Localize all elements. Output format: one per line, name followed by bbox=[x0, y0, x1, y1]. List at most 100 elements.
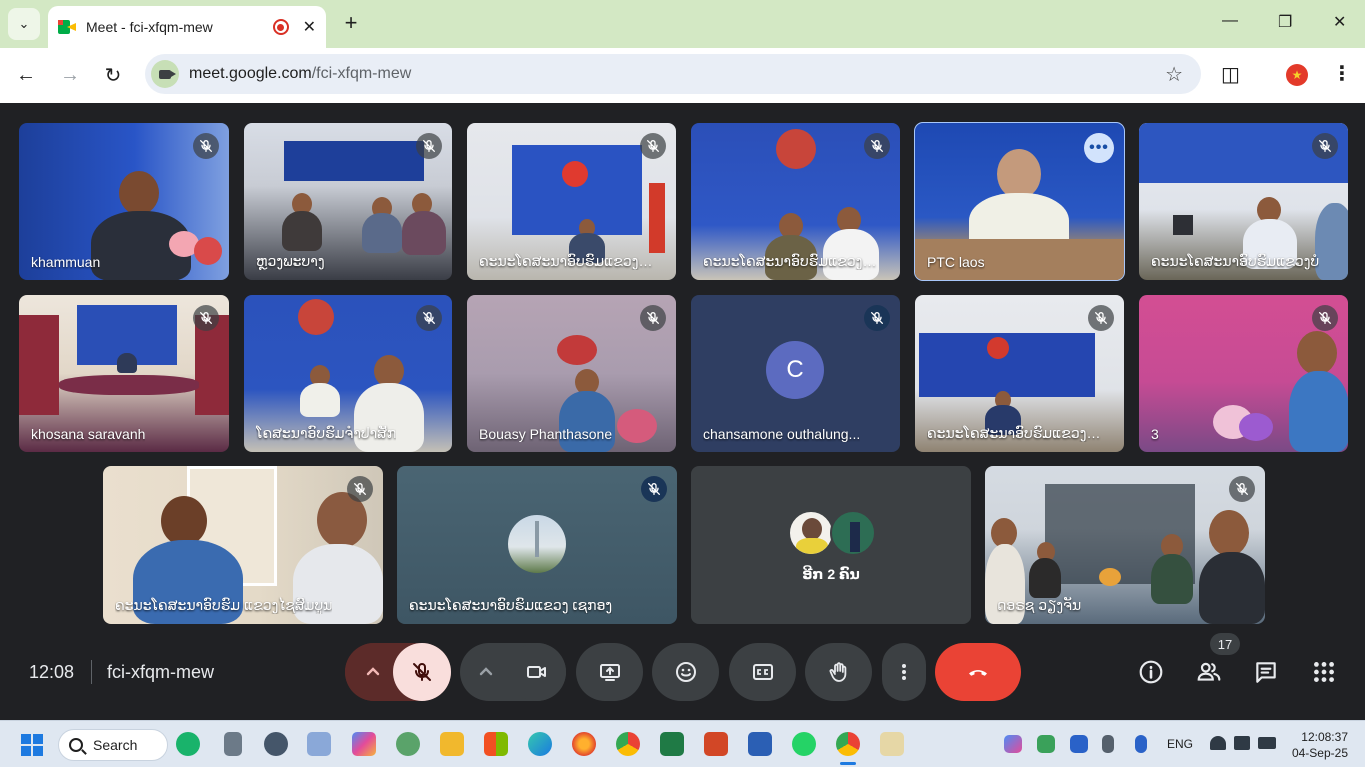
people-button[interactable] bbox=[1191, 654, 1227, 690]
present-screen-button[interactable] bbox=[576, 643, 643, 701]
windows-start-icon[interactable] bbox=[21, 734, 43, 756]
bookmark-star-icon[interactable]: ☆ bbox=[1165, 62, 1183, 87]
microphone-toggle-button[interactable] bbox=[393, 643, 451, 701]
muted-mic-icon bbox=[640, 305, 666, 331]
whatsapp-icon[interactable] bbox=[792, 732, 816, 756]
browser-menu-icon[interactable]: ⋮ bbox=[1332, 61, 1352, 86]
others-tile[interactable]: ອີກ 2 ຄົນ bbox=[691, 466, 971, 624]
word-icon[interactable] bbox=[748, 732, 772, 756]
activities-button[interactable] bbox=[1306, 654, 1342, 690]
file-explorer-icon[interactable] bbox=[440, 732, 464, 756]
chrome-active-icon[interactable] bbox=[836, 732, 860, 756]
system-clock[interactable]: 12:08:37 04-Sep-25 bbox=[1292, 729, 1348, 761]
more-options-icon[interactable]: ••• bbox=[1084, 133, 1114, 163]
meeting-info-button[interactable] bbox=[1133, 654, 1169, 690]
recording-icon bbox=[272, 19, 289, 35]
copilot-icon[interactable] bbox=[352, 732, 376, 756]
muted-mic-icon bbox=[193, 133, 219, 159]
site-info-icon[interactable] bbox=[151, 60, 179, 88]
tray-shield-icon[interactable] bbox=[1070, 735, 1088, 753]
participant-name: ຄະນະໂຄສະນາອົບຮົມ ແຂວງໄຊສົມບູນ bbox=[115, 597, 333, 613]
excel-icon[interactable] bbox=[660, 732, 684, 756]
microphone-app-icon[interactable] bbox=[224, 732, 242, 756]
participant-name: 3 bbox=[1151, 426, 1159, 442]
participant-tile[interactable]: ຄະນະໂຄສະນາອົບຮົມແຂວງ ເຊກອງ bbox=[397, 466, 677, 624]
muted-mic-icon bbox=[1088, 305, 1114, 331]
more-options-button[interactable] bbox=[882, 643, 926, 701]
participant-name: chansamone outhalung... bbox=[703, 426, 861, 442]
participant-tile[interactable]: ໂຄສະນາອົບຮົມຈຳປາສັກ bbox=[244, 295, 452, 452]
avatar bbox=[830, 510, 876, 556]
participant-tile[interactable]: 3 bbox=[1139, 295, 1348, 452]
chrome-icon[interactable] bbox=[616, 732, 640, 756]
app-document-icon[interactable] bbox=[307, 732, 331, 756]
close-tab-icon[interactable]: ✕ bbox=[303, 17, 316, 37]
os-taskbar: Search ENG 12:08:37 04-Sep-25 bbox=[0, 720, 1365, 767]
taskbar-search[interactable]: Search bbox=[58, 729, 168, 761]
tray-usb-icon[interactable] bbox=[1102, 735, 1114, 753]
extensions-icon[interactable]: ◫ bbox=[1221, 62, 1240, 87]
notepad-icon[interactable] bbox=[880, 732, 904, 756]
restore-icon[interactable]: ❐ bbox=[1278, 12, 1292, 32]
app-money-icon[interactable] bbox=[396, 732, 420, 756]
mic-off-icon bbox=[413, 662, 431, 681]
language-indicator[interactable]: ENG bbox=[1167, 737, 1193, 751]
chat-button[interactable] bbox=[1248, 654, 1284, 690]
participant-name: ຄະນະໂຄສະນາອົບຮົມແຂວງບໍ bbox=[1151, 253, 1320, 269]
forward-button[interactable]: → bbox=[56, 61, 84, 89]
camera-options-button[interactable] bbox=[460, 643, 512, 701]
reload-button[interactable]: ↻ bbox=[99, 61, 127, 89]
back-button[interactable]: ← bbox=[12, 61, 40, 89]
leave-call-button[interactable] bbox=[935, 643, 1021, 701]
tray-copilot-icon[interactable] bbox=[1004, 735, 1022, 753]
app-a-icon[interactable] bbox=[176, 732, 200, 756]
tray-app-icon[interactable] bbox=[1037, 735, 1055, 753]
tab-search-button[interactable]: ⌄ bbox=[8, 8, 40, 40]
raise-hand-button[interactable] bbox=[805, 643, 872, 701]
new-tab-button[interactable]: + bbox=[338, 10, 364, 36]
tray-mic-icon[interactable] bbox=[1135, 735, 1147, 753]
participant-tile[interactable]: khosana saravanh bbox=[19, 295, 229, 452]
store-icon[interactable] bbox=[484, 732, 508, 756]
settings-gear-icon[interactable] bbox=[264, 732, 288, 756]
captions-button[interactable] bbox=[729, 643, 796, 701]
participant-name: ຄະນະໂຄສະນາອົບຮົມແຂວງອຸ... bbox=[479, 253, 657, 269]
reactions-button[interactable] bbox=[652, 643, 719, 701]
firefox-icon[interactable] bbox=[572, 732, 596, 756]
participant-tile[interactable]: Bouasy Phanthasone bbox=[467, 295, 676, 452]
url-host: meet.google.com bbox=[189, 65, 312, 82]
camera-toggle-button[interactable] bbox=[508, 643, 566, 701]
battery-icon[interactable] bbox=[1258, 737, 1276, 749]
closed-captions-icon bbox=[752, 664, 773, 680]
minimize-icon[interactable]: — bbox=[1222, 12, 1238, 30]
url-path: /fci-xfqm-mew bbox=[311, 65, 412, 82]
participant-tile[interactable]: ຄະນະໂຄສະນາອົບຮົມແຂວງອຸ... bbox=[467, 123, 676, 280]
muted-mic-icon bbox=[1229, 476, 1255, 502]
participant-tile[interactable]: ຄະນະໂຄສະນາອົບຮົມແຂວງບໍ... bbox=[915, 295, 1124, 452]
browser-tab[interactable]: Meet - fci-xfqm-mew ✕ bbox=[48, 6, 326, 48]
avatar: C bbox=[766, 341, 824, 399]
edge-icon[interactable] bbox=[528, 732, 552, 756]
address-bar[interactable]: meet.google.com/fci-xfqm-mew ☆ bbox=[145, 54, 1201, 94]
participant-tile[interactable]: ຄະນະໂຄສະນາອົບຮົມແຂວງຫົ... bbox=[691, 123, 900, 280]
volume-icon[interactable] bbox=[1234, 736, 1250, 750]
powerpoint-icon[interactable] bbox=[704, 732, 728, 756]
participant-tile[interactable]: ດອຣຊ ວຽງຈັນ bbox=[985, 466, 1265, 624]
participant-count-badge: 17 bbox=[1210, 633, 1240, 655]
muted-mic-icon bbox=[347, 476, 373, 502]
participant-tile[interactable]: ຄະນະໂຄສະນາອົບຮົມ ແຂວງໄຊສົມບູນ bbox=[103, 466, 383, 624]
participant-tile[interactable]: khammuan bbox=[19, 123, 229, 280]
avatar bbox=[788, 510, 834, 556]
participant-name: ຄະນະໂຄສະນາອົບຮົມແຂວງບໍ... bbox=[927, 425, 1105, 441]
participant-name: PTC laos bbox=[927, 254, 985, 270]
participant-tile[interactable]: ຫຼວງພະບາງ bbox=[244, 123, 452, 280]
participant-tile[interactable]: ••• PTC laos bbox=[914, 122, 1125, 281]
participant-tile[interactable]: ຄະນະໂຄສະນາອົບຮົມແຂວງບໍ bbox=[1139, 123, 1348, 280]
muted-mic-icon bbox=[416, 305, 442, 331]
participant-tile[interactable]: C chansamone outhalung... bbox=[691, 295, 900, 452]
profile-avatar[interactable]: ★ bbox=[1286, 64, 1308, 86]
muted-mic-icon bbox=[864, 133, 890, 159]
close-window-icon[interactable]: ✕ bbox=[1333, 12, 1346, 32]
meeting-clock: 12:08 bbox=[29, 662, 75, 682]
wifi-icon[interactable] bbox=[1210, 736, 1226, 750]
